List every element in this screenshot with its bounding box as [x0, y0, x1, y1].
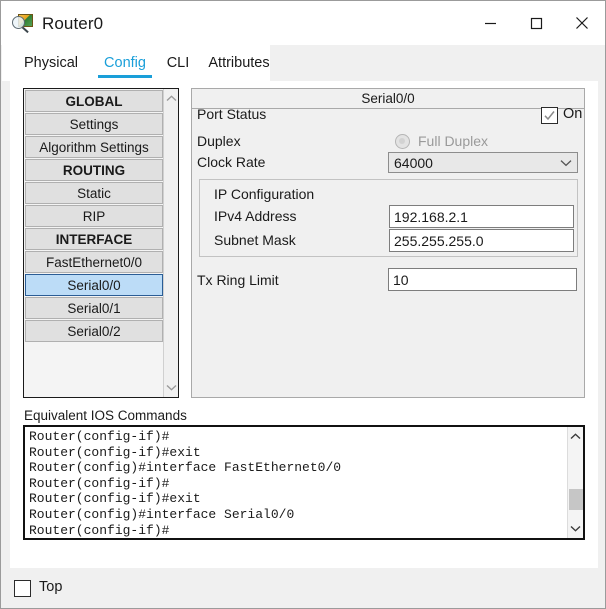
config-tab-content: GLOBAL Settings Algorithm Settings ROUTI… [10, 81, 598, 569]
tab-config-label: Config [104, 55, 146, 71]
chevron-down-icon[interactable] [164, 380, 178, 395]
chevron-up-icon[interactable] [164, 91, 178, 106]
tab-attributes-label: Attributes [208, 55, 270, 71]
sidebar-item-rip[interactable]: RIP [25, 205, 163, 227]
sidebar-item-interface[interactable]: INTERFACE [25, 228, 163, 250]
top-checkbox[interactable] [14, 580, 31, 597]
tx-ring-limit-label: Tx Ring Limit [197, 272, 279, 288]
tx-ring-limit-input[interactable]: 10 [388, 268, 577, 291]
sidebar-item-algorithm-settings[interactable]: Algorithm Settings [25, 136, 163, 158]
maximize-button[interactable] [513, 1, 559, 45]
sidebar-item-label: INTERFACE [55, 231, 133, 247]
close-button[interactable] [559, 1, 605, 45]
sidebar-item-serial0-1[interactable]: Serial0/1 [25, 297, 163, 319]
port-status-state-label: On [563, 106, 583, 122]
ios-commands-label: Equivalent IOS Commands [24, 408, 187, 423]
clock-rate-value: 64000 [394, 154, 433, 171]
sidebar-item-static[interactable]: Static [25, 182, 163, 204]
sidebar-item-settings[interactable]: Settings [25, 113, 163, 135]
sidebar-item-label: Serial0/0 [67, 277, 121, 293]
inspect-device-icon [11, 11, 35, 35]
interface-config-panel: Serial0/0 Port Status On Duplex Full Dup… [191, 88, 585, 398]
ios-console-scrollbar[interactable] [567, 427, 583, 538]
chevron-up-icon[interactable] [568, 429, 583, 444]
chevron-down-icon[interactable] [568, 521, 583, 536]
full-duplex-radio [395, 134, 410, 149]
tab-cli-label: CLI [166, 55, 190, 71]
sidebar-item-label: Serial0/1 [67, 300, 121, 316]
sidebar-item-routing[interactable]: ROUTING [25, 159, 163, 181]
ip-configuration-group: IP Configuration IPv4 Address 192.168.2.… [199, 179, 578, 257]
sidebar-item-label: Static [77, 185, 111, 201]
bottom-bar: Top [2, 568, 605, 608]
duplex-label: Duplex [197, 133, 241, 149]
window-title: Router0 [42, 13, 104, 33]
sidebar-item-label: ROUTING [62, 162, 126, 178]
sidebar-item-label: GLOBAL [65, 93, 123, 109]
sidebar-item-label: Serial0/2 [67, 323, 121, 339]
ipv4-address-value: 192.168.2.1 [394, 208, 468, 225]
title-bar: Router0 [1, 1, 605, 45]
clock-rate-select[interactable]: 64000 [388, 152, 578, 173]
scrollbar-thumb[interactable] [569, 489, 583, 510]
tab-active-indicator [98, 75, 152, 78]
full-duplex-label: Full Duplex [418, 133, 489, 149]
tab-bar: Physical Config CLI Attributes [2, 45, 605, 81]
clock-rate-label: Clock Rate [197, 154, 266, 170]
subnet-mask-value: 255.255.255.0 [394, 232, 484, 249]
sidebar-item-label: Settings [69, 116, 119, 132]
router-config-window: Router0 Physical Config CLI Attributes G… [0, 0, 606, 609]
window-controls [467, 1, 605, 45]
tab-cli[interactable]: CLI [157, 45, 199, 81]
sidebar-item-label: RIP [82, 208, 106, 224]
nav-scrollbar[interactable] [163, 89, 178, 397]
ipv4-address-input[interactable]: 192.168.2.1 [389, 205, 574, 228]
ipv4-address-label: IPv4 Address [214, 208, 297, 224]
minimize-button[interactable] [467, 1, 513, 45]
chevron-down-icon [555, 159, 577, 167]
top-checkbox-label: Top [39, 579, 63, 595]
sidebar-item-serial0-0[interactable]: Serial0/0 [25, 274, 163, 296]
ip-configuration-title: IP Configuration [214, 186, 315, 202]
subnet-mask-input[interactable]: 255.255.255.0 [389, 229, 574, 252]
tab-physical-label: Physical [24, 55, 78, 71]
sidebar-item-label: Algorithm Settings [39, 139, 149, 155]
tx-ring-limit-value: 10 [393, 271, 409, 288]
tab-attributes[interactable]: Attributes [198, 45, 280, 81]
port-status-label: Port Status [197, 106, 267, 122]
ios-commands-text: Router(config-if)# Router(config-if)#exi… [29, 429, 342, 538]
ios-commands-console[interactable]: Router(config-if)# Router(config-if)#exi… [23, 425, 585, 540]
sidebar-item-global[interactable]: GLOBAL [25, 90, 163, 112]
port-status-checkbox[interactable] [541, 107, 558, 124]
sidebar-item-serial0-2[interactable]: Serial0/2 [25, 320, 163, 342]
sidebar-item-label: FastEthernet0/0 [45, 254, 143, 270]
subnet-mask-label: Subnet Mask [214, 232, 296, 248]
tab-physical[interactable]: Physical [12, 45, 90, 81]
config-nav-list: GLOBAL Settings Algorithm Settings ROUTI… [24, 89, 164, 343]
config-nav-panel: GLOBAL Settings Algorithm Settings ROUTI… [23, 88, 179, 398]
sidebar-item-fastethernet0-0[interactable]: FastEthernet0/0 [25, 251, 163, 273]
tab-config[interactable]: Config [94, 45, 156, 81]
